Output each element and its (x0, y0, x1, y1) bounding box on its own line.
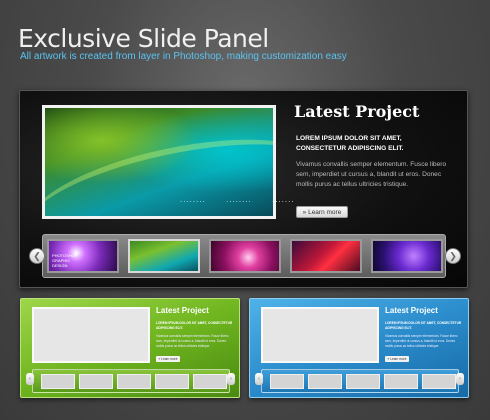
mini-slide-lead: LOREM IPSUM DOLOR SIT AMET, CONSECTETUR … (385, 321, 462, 330)
mini-panel-green: Latest Project LOREM IPSUM DOLOR SIT AME… (20, 298, 240, 398)
mini-thumbnail-strip (32, 369, 230, 393)
mini-slide-title: Latest Project (385, 306, 438, 315)
thumbnail-3[interactable] (209, 239, 281, 273)
mini-thumbnail[interactable] (155, 374, 189, 389)
thumbnail-5[interactable] (371, 239, 443, 273)
mini-thumbnail[interactable] (79, 374, 113, 389)
mini-thumbnail[interactable] (308, 374, 342, 389)
mini-prev-arrow-button[interactable]: ‹ (255, 373, 263, 385)
mini-panel-blue: Latest Project LOREM IPSUM DOLOR SIT AME… (249, 298, 469, 398)
thumbnail-strip: PHOTOSHOP GRAPHIC DESIGN (42, 234, 446, 278)
mini-thumbnail[interactable] (346, 374, 380, 389)
prev-arrow-button[interactable]: ❮ (29, 248, 45, 264)
slide-title: Latest Project (294, 102, 420, 121)
mini-thumbnail-strip (261, 369, 459, 393)
mini-next-arrow-button[interactable]: › (456, 373, 464, 385)
image-caption-dots: ....... (272, 195, 295, 204)
page-title: Exclusive Slide Panel (18, 24, 269, 53)
mini-slide-title: Latest Project (156, 306, 209, 315)
mini-slide-lead: LOREM IPSUM DOLOR SIT AMET, CONSECTETUR … (156, 321, 233, 330)
mini-next-arrow-button[interactable]: › (227, 373, 235, 385)
main-slide-panel: ........ ........ ....... Latest Project… (19, 90, 468, 288)
slide-body: Vivamus convallis semper elementum. Fusc… (296, 161, 447, 188)
mini-thumbnail[interactable] (384, 374, 418, 389)
mini-thumbnail[interactable] (117, 374, 151, 389)
thumbnail-4[interactable] (290, 239, 362, 273)
mini-thumbnail[interactable] (41, 374, 75, 389)
mini-prev-arrow-button[interactable]: ‹ (26, 373, 34, 385)
mini-slide-image[interactable] (261, 307, 379, 363)
image-caption-dots: ........ (180, 195, 206, 204)
thumbnail-1[interactable]: PHOTOSHOP GRAPHIC DESIGN (47, 239, 119, 273)
mini-slide-image[interactable] (32, 307, 150, 363)
mini-thumbnail[interactable] (270, 374, 304, 389)
mini-learn-more-button[interactable]: » Learn more (385, 356, 409, 362)
mini-slide-body: Vivamus convallis semper elementum. Fusc… (385, 334, 458, 348)
mini-slide-body: Vivamus convallis semper elementum. Fusc… (156, 334, 229, 348)
mini-learn-more-button[interactable]: » Learn more (156, 356, 180, 362)
mini-thumbnail[interactable] (422, 374, 456, 389)
next-arrow-button[interactable]: ❯ (445, 248, 461, 264)
slide-lead: LOREM IPSUM DOLOR SIT AMET, CONSECTETUR … (296, 135, 404, 152)
learn-more-button[interactable]: » Learn more (296, 206, 348, 218)
image-caption-dots: ........ (226, 195, 252, 204)
mini-thumbnail[interactable] (193, 374, 227, 389)
thumbnail-2[interactable] (128, 239, 200, 273)
page-subtitle: All artwork is created from layer in Pho… (20, 51, 347, 62)
thumbnail-1-label: PHOTOSHOP GRAPHIC DESIGN (52, 253, 78, 268)
